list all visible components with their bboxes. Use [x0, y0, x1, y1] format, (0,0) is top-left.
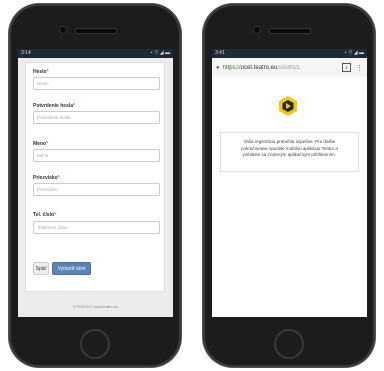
- password-label: Heslo*: [33, 69, 49, 75]
- left-phone: 3:14 ⋆ ▽ ◢ ▬ Heslo* Heslo Potvrdenie hes…: [9, 4, 181, 367]
- front-camera: [253, 26, 261, 34]
- phone-label: Tel. číslo*: [33, 212, 56, 218]
- home-button[interactable]: [274, 329, 304, 359]
- phone-field[interactable]: Telefónne číslo: [33, 221, 160, 234]
- back-button[interactable]: Späť: [33, 262, 49, 275]
- tab-count-button[interactable]: 1: [342, 63, 351, 72]
- status-icons: ⋆ ▽ ◢ ▬: [150, 50, 170, 56]
- status-bar: 3:14 ⋆ ▽ ◢ ▬: [18, 49, 173, 58]
- success-message: Vaša registrácia prebehla úspešne. Pre ď…: [220, 132, 359, 172]
- right-phone: 3:41 ⋆ ▽ ◢ ▬ ● https://ucet.teatro.eu/so…: [203, 4, 375, 367]
- url-text[interactable]: https://ucet.teatro.eu/south21: [223, 65, 339, 71]
- last-name-label: Priezvisko*: [33, 175, 60, 181]
- status-icons: ⋆ ▽ ◢ ▬: [344, 50, 364, 56]
- front-camera: [59, 26, 67, 34]
- menu-icon[interactable]: ⋮: [356, 64, 363, 72]
- status-time: 3:41: [215, 50, 225, 56]
- password-field[interactable]: Heslo: [33, 77, 160, 90]
- page-content: Vaša registrácia prebehla úspešne. Pre ď…: [212, 77, 367, 317]
- status-time: 3:14: [21, 50, 31, 56]
- create-account-button[interactable]: Vytvoriť účet: [52, 262, 91, 275]
- speaker-grille: [269, 28, 311, 34]
- home-button[interactable]: [80, 329, 110, 359]
- lock-icon: ●: [216, 64, 220, 71]
- last-name-field[interactable]: Priezvisko: [33, 183, 160, 196]
- footer-copyright: ©TEATRO www.teatro.eu: [72, 304, 119, 309]
- teatro-logo-icon: [279, 96, 297, 116]
- first-name-label: Meno*: [33, 141, 49, 147]
- first-name-field[interactable]: Meno: [33, 149, 160, 162]
- browser-url-bar[interactable]: ● https://ucet.teatro.eu/south21 1 ⋮: [212, 58, 367, 78]
- status-bar: 3:41 ⋆ ▽ ◢ ▬: [212, 49, 367, 58]
- right-screen: 3:41 ⋆ ▽ ◢ ▬ ● https://ucet.teatro.eu/so…: [212, 49, 367, 317]
- registration-form: Heslo* Heslo Potvrdenie hesla* Potvrdeni…: [25, 62, 165, 292]
- left-screen: 3:14 ⋆ ▽ ◢ ▬ Heslo* Heslo Potvrdenie hes…: [18, 49, 173, 317]
- password-confirm-field[interactable]: Potvrdenie hesla: [33, 111, 160, 124]
- speaker-grille: [75, 28, 117, 34]
- password-confirm-label: Potvrdenie hesla*: [33, 103, 75, 109]
